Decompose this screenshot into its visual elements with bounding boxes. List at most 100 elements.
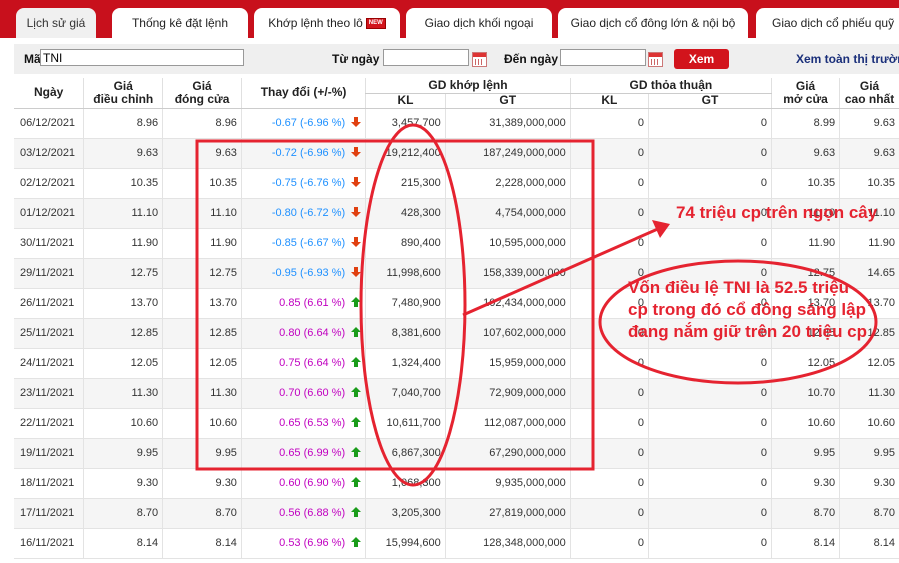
cell-date: 01/12/2021 [14, 198, 84, 229]
cell-close: 8.70 [162, 498, 242, 529]
cell-date: 06/12/2021 [14, 108, 84, 139]
cell-date: 17/11/2021 [14, 498, 84, 529]
cell-tt-kl: 0 [569, 528, 649, 559]
cell-adj: 12.05 [83, 348, 163, 379]
cell-adj: 9.63 [83, 138, 163, 169]
ticker-input[interactable] [40, 49, 244, 66]
tab-khop-lenh-theo-lo[interactable]: Khớp lệnh theo lô NEW [254, 8, 400, 38]
arrow-up-icon [345, 537, 362, 549]
cell-adj: 8.70 [83, 498, 163, 529]
cell-tt-kl: 0 [569, 138, 649, 169]
cell-kl: 8,381,600 [365, 318, 446, 349]
cell-open: 8.14 [770, 528, 840, 559]
cell-adj: 11.90 [83, 228, 163, 259]
cell-change: 0.75 (6.64 %) [240, 348, 366, 379]
tab-label: Giao dịch cổ phiếu quỹ [772, 16, 895, 30]
change-value: 0.70 (6.60 %) [279, 387, 346, 399]
arrow-up-icon [345, 357, 362, 369]
cell-high: 9.95 [839, 438, 899, 469]
cell-change: -0.75 (-6.76 %) [240, 168, 366, 199]
cell-tt-kl: 0 [569, 228, 649, 259]
annotation-note-top: 74 triệu cp trên ngọn cây [676, 203, 878, 222]
change-value: 0.65 (6.99 %) [279, 447, 346, 459]
col-thoa-thuan-gt: GT [648, 93, 772, 109]
calendar-icon[interactable] [648, 52, 663, 67]
cell-kl: 11,998,600 [365, 258, 446, 289]
cell-change: -0.72 (-6.96 %) [240, 138, 366, 169]
cell-change: 0.56 (6.88 %) [240, 498, 366, 529]
den-ngay-label: Đến ngày [504, 52, 559, 66]
cell-change: 0.53 (6.96 %) [240, 528, 366, 559]
cell-tt-gt: 0 [648, 228, 772, 259]
cell-date: 24/11/2021 [14, 348, 84, 379]
cell-close: 10.35 [162, 168, 242, 199]
cell-close: 11.10 [162, 198, 242, 229]
cell-date: 22/11/2021 [14, 408, 84, 439]
cell-kl: 7,040,700 [365, 378, 446, 409]
change-value: 0.75 (6.64 %) [279, 357, 346, 369]
cell-open: 8.70 [770, 498, 840, 529]
tab-thong-ke-dat-lenh[interactable]: Thống kê đặt lệnh [112, 8, 248, 38]
col-gia-dieu-chinh: Giá điều chỉnh [83, 78, 163, 109]
change-value: 0.85 (6.61 %) [279, 297, 346, 309]
cell-change: 0.70 (6.60 %) [240, 378, 366, 409]
from-date-input[interactable] [383, 49, 469, 66]
cell-change: 0.80 (6.64 %) [240, 318, 366, 349]
to-date-input[interactable] [560, 49, 646, 66]
cell-date: 25/11/2021 [14, 318, 84, 349]
xem-button[interactable]: Xem [674, 49, 729, 69]
cell-gt: 9,935,000,000 [444, 468, 571, 499]
header-line: Giá [192, 78, 212, 93]
cell-kl: 10,611,700 [365, 408, 446, 439]
tab-bar: Lịch sử giá Thống kê đặt lệnh Khớp lệnh … [0, 0, 899, 38]
tab-giao-dich-khoi-ngoai[interactable]: Giao dịch khối ngoại [406, 8, 552, 38]
arrow-up-icon [345, 387, 362, 399]
cell-gt: 2,228,000,000 [444, 168, 571, 199]
annotation-note-bottom: Vốn điều lệ TNI là 52.5 triệu cp trong đ… [628, 278, 868, 341]
cell-adj: 13.70 [83, 288, 163, 319]
cell-open: 9.30 [770, 468, 840, 499]
table-row: 02/12/2021 10.35 10.35 -0.75 (-6.76 %) 215,3… [14, 168, 899, 199]
tab-giao-dich-co-dong-lon[interactable]: Giao dịch cổ đông lớn & nội bộ [558, 8, 748, 38]
cell-close: 11.30 [162, 378, 242, 409]
cell-date: 23/11/2021 [14, 378, 84, 409]
cell-close: 10.60 [162, 408, 242, 439]
col-gia-cao-nhat: Giá cao nhất [839, 78, 899, 109]
cell-change: 0.65 (6.53 %) [240, 408, 366, 439]
view-all-market-link[interactable]: Xem toàn thị trường [796, 52, 899, 66]
cell-tt-gt: 0 [648, 438, 772, 469]
change-value: 0.80 (6.64 %) [279, 327, 346, 339]
cell-high: 8.14 [839, 528, 899, 559]
cell-gt: 187,249,000,000 [444, 138, 571, 169]
cell-gt: 107,602,000,000 [444, 318, 571, 349]
table-row: 16/11/2021 8.14 8.14 0.53 (6.96 %) 15,994,60… [14, 528, 899, 559]
change-value: 0.53 (6.96 %) [279, 537, 346, 549]
cell-adj: 12.75 [83, 258, 163, 289]
filter-bar: Mã Từ ngày Đến ngày Xem Xem toàn thị trư… [14, 44, 899, 74]
tab-label: Giao dịch khối ngoại [424, 16, 534, 30]
arrow-up-icon [345, 297, 362, 309]
tab-giao-dich-co-phieu-quy[interactable]: Giao dịch cổ phiếu quỹ [756, 8, 899, 38]
cell-tt-gt: 0 [648, 348, 772, 379]
tab-label: Khớp lệnh theo lô [268, 16, 363, 30]
cell-kl: 6,867,300 [365, 438, 446, 469]
cell-tt-gt: 0 [648, 468, 772, 499]
cell-close: 12.85 [162, 318, 242, 349]
cell-close: 8.14 [162, 528, 242, 559]
cell-date: 02/12/2021 [14, 168, 84, 199]
cell-gt: 15,959,000,000 [444, 348, 571, 379]
col-thay-doi: Thay đổi (+/-%) [240, 78, 366, 109]
cell-close: 9.95 [162, 438, 242, 469]
change-value: -0.72 (-6.96 %) [271, 147, 346, 159]
cell-adj: 9.30 [83, 468, 163, 499]
cell-open: 10.60 [770, 408, 840, 439]
change-value: 0.65 (6.53 %) [279, 417, 346, 429]
cell-kl: 15,994,600 [365, 528, 446, 559]
cell-tt-kl: 0 [569, 198, 649, 229]
tab-lich-su-gia[interactable]: Lịch sử giá [16, 8, 96, 38]
calendar-icon[interactable] [472, 52, 487, 67]
cell-high: 9.63 [839, 138, 899, 169]
arrow-down-icon [345, 267, 362, 279]
table-row: 19/11/2021 9.95 9.95 0.65 (6.99 %) 6,867,300… [14, 438, 899, 469]
arrow-down-icon [345, 147, 362, 159]
